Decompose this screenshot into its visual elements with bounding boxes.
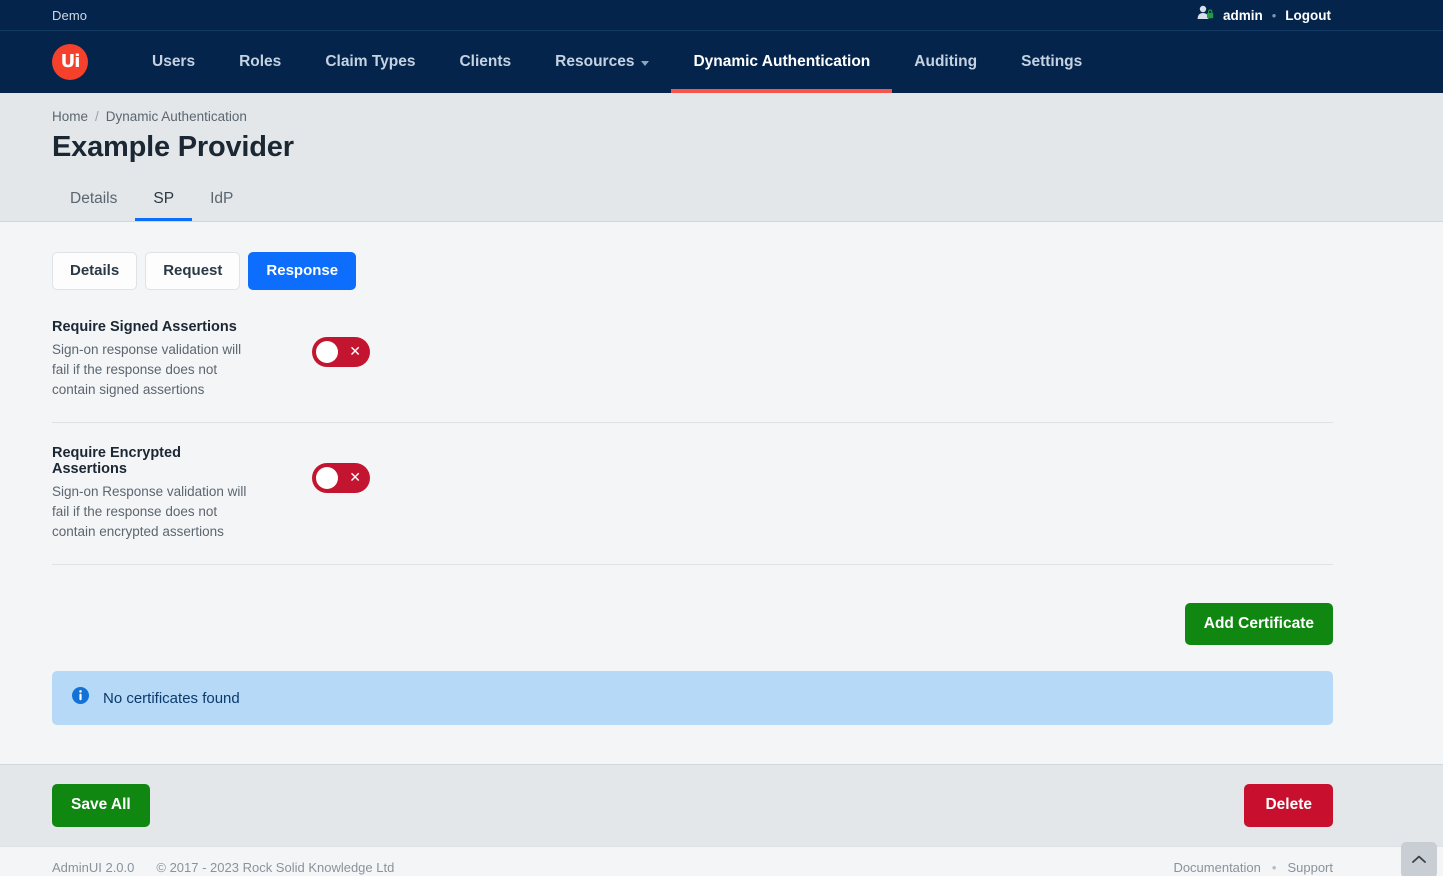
tab-sp[interactable]: SP — [135, 180, 192, 221]
chevron-up-icon — [1412, 851, 1426, 869]
response-settings-list: Require Signed Assertions Sign-on respon… — [52, 319, 1333, 565]
toggle-container: ✕ — [257, 319, 370, 367]
scroll-to-top-button[interactable] — [1401, 842, 1437, 876]
toggle-knob — [316, 466, 338, 489]
setting-row-require-encrypted-assertions: Require Encrypted Assertions Sign-on Res… — [52, 445, 1333, 565]
page-header: Home / Dynamic Authentication Example Pr… — [0, 93, 1443, 222]
main-content: Details Request Response Require Signed … — [0, 222, 1443, 764]
pill-details[interactable]: Details — [52, 252, 138, 290]
setting-label: Require Encrypted Assertions — [52, 444, 181, 477]
setting-row-require-signed-assertions: Require Signed Assertions Sign-on respon… — [52, 319, 1333, 423]
top-utility-bar: Demo admin • Logout — [0, 0, 1443, 31]
footer-right: Documentation • Support — [1173, 860, 1333, 875]
nav-item-dynamic-authentication[interactable]: Dynamic Authentication — [671, 31, 893, 93]
nav-item-label: Roles — [239, 53, 282, 70]
app-logo-text: Ui — [60, 51, 81, 72]
chevron-down-icon — [641, 61, 650, 66]
require-signed-assertions-toggle[interactable]: ✕ — [312, 337, 370, 367]
pill-label: Details — [70, 262, 120, 279]
nav-item-claim-types[interactable]: Claim Types — [303, 31, 437, 93]
main-navigation: Ui Users Roles Claim Types Clients Resou… — [0, 31, 1443, 93]
nav-item-roles[interactable]: Roles — [217, 31, 303, 93]
nav-item-users[interactable]: Users — [130, 31, 217, 93]
pill-label: Request — [163, 262, 223, 279]
require-encrypted-assertions-toggle[interactable]: ✕ — [312, 462, 370, 493]
support-link[interactable]: Support — [1287, 860, 1333, 875]
nav-item-label: Auditing — [914, 53, 978, 70]
toggle-container: ✕ — [257, 445, 370, 493]
delete-button[interactable]: Delete — [1244, 784, 1333, 827]
logout-link[interactable]: Logout — [1285, 8, 1331, 23]
tenant-brand-label: Demo — [52, 7, 88, 23]
nav-item-label: Users — [152, 53, 196, 70]
nav-item-resources[interactable]: Resources — [533, 31, 671, 93]
tab-label: Details — [70, 190, 118, 207]
breadcrumb: Home / Dynamic Authentication — [0, 109, 1443, 124]
form-action-bar: Save All Delete — [0, 764, 1443, 846]
pill-response[interactable]: Response — [248, 252, 357, 290]
tab-details[interactable]: Details — [52, 180, 135, 221]
documentation-link[interactable]: Documentation — [1173, 860, 1260, 875]
breadcrumb-item-dynamic-authentication[interactable]: Dynamic Authentication — [106, 109, 247, 124]
nav-item-auditing[interactable]: Auditing — [892, 31, 999, 93]
footer-separator: • — [1271, 859, 1277, 875]
tab-label: SP — [153, 190, 175, 207]
sp-section-switcher: Details Request Response — [52, 222, 1443, 290]
app-logo[interactable]: Ui — [52, 44, 88, 80]
pill-request[interactable]: Request — [145, 252, 241, 290]
alert-message: No certificates found — [103, 689, 240, 707]
info-circle-icon — [72, 687, 89, 709]
setting-description: Sign-on response validation will fail if… — [52, 342, 242, 397]
footer-left: AdminUI 2.0.0 © 2017 - 2023 Rock Solid K… — [52, 860, 394, 875]
nav-item-label: Dynamic Authentication — [693, 53, 871, 70]
tab-label: IdP — [210, 190, 234, 207]
nav-item-clients[interactable]: Clients — [437, 31, 533, 93]
user-lock-icon — [1197, 5, 1214, 25]
toggle-knob — [316, 341, 338, 363]
top-utility-bar-right: admin • Logout — [1197, 5, 1419, 25]
page-tabs: Details SP IdP — [0, 180, 1443, 221]
nav-item-label: Resources — [555, 53, 635, 70]
breadcrumb-item-home[interactable]: Home — [52, 109, 88, 124]
page-footer: AdminUI 2.0.0 © 2017 - 2023 Rock Solid K… — [0, 842, 1443, 876]
nav-item-label: Settings — [1021, 53, 1083, 70]
add-certificate-button[interactable]: Add Certificate — [1184, 602, 1333, 646]
certificate-actions: Add Certificate — [52, 602, 1333, 646]
save-all-button[interactable]: Save All — [52, 784, 150, 827]
nav-item-label: Clients — [459, 53, 512, 70]
close-icon: ✕ — [349, 469, 361, 486]
page-title: Example Provider — [52, 131, 294, 163]
breadcrumb-separator: / — [95, 109, 99, 124]
setting-text: Require Encrypted Assertions Sign-on Res… — [52, 445, 257, 542]
tab-idp[interactable]: IdP — [192, 180, 251, 221]
topbar-separator: • — [1271, 7, 1277, 23]
pill-label: Response — [266, 262, 339, 279]
copyright-notice: © 2017 - 2023 Rock Solid Knowledge Ltd — [156, 859, 395, 875]
setting-label: Require Signed Assertions — [52, 319, 237, 335]
setting-text: Require Signed Assertions Sign-on respon… — [52, 319, 257, 400]
current-username: admin — [1222, 7, 1263, 23]
nav-item-settings[interactable]: Settings — [999, 31, 1104, 93]
nav-item-label: Claim Types — [325, 53, 416, 70]
setting-description: Sign-on Response validation will fail if… — [52, 483, 247, 539]
close-icon: ✕ — [349, 344, 361, 360]
no-certificates-alert: No certificates found — [52, 671, 1333, 726]
app-version: AdminUI 2.0.0 — [52, 859, 135, 875]
